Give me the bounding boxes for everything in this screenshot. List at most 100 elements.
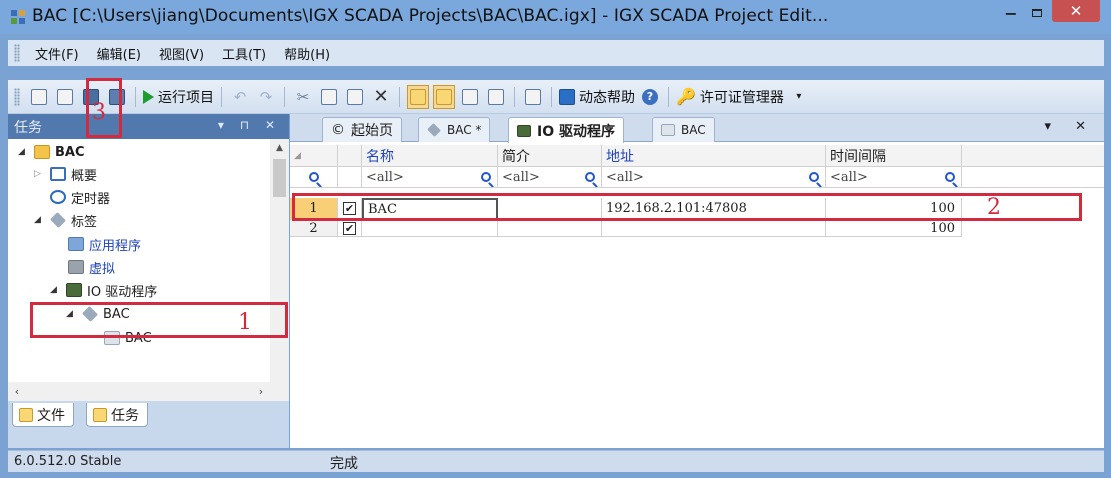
tree-node-io-driver[interactable]: ◢ IO 驱动程序 (50, 279, 157, 301)
column-address-header[interactable]: 地址 (602, 145, 826, 167)
driver-icon (427, 123, 441, 137)
cell-interval[interactable]: 100 (826, 220, 962, 237)
column-interval-header[interactable]: 时间间隔 (826, 145, 962, 167)
task-panel-header: 任务 ▾ ⊓ ✕ (8, 114, 289, 139)
tree-node-label: 标签 (71, 214, 98, 230)
column-name-header[interactable]: 名称 (362, 145, 498, 167)
clock-icon (50, 190, 66, 204)
tools-button[interactable] (522, 85, 544, 109)
tab-label: BAC (681, 123, 706, 137)
license-manager-button[interactable]: 🔑 许可证管理器 (676, 85, 784, 109)
task-panel-title: 任务 (14, 120, 42, 136)
help-icon: ? (642, 88, 658, 105)
filter-name[interactable]: <all> (362, 167, 498, 188)
collapsed-arrow-icon[interactable]: ▷ (34, 169, 46, 179)
table-row[interactable]: 2 ✔ 100 (290, 220, 1104, 237)
row-number[interactable]: 2 (290, 220, 338, 237)
properties-button[interactable] (459, 85, 481, 109)
filter-checkbox-cell (338, 167, 362, 188)
dynamic-help-button[interactable]: 动态帮助 (559, 85, 635, 109)
search-icon[interactable] (585, 172, 595, 182)
tab-io-driver[interactable]: IO 驱动程序 (508, 117, 624, 143)
scroll-right-icon[interactable]: › (252, 382, 270, 401)
cut-button[interactable]: ✂ (292, 85, 314, 109)
filter-value: <all> (830, 169, 868, 185)
tab-files[interactable]: 文件 (12, 403, 74, 427)
minimize-button[interactable]: − (998, 2, 1024, 24)
copy-button[interactable] (318, 85, 340, 109)
filter-address[interactable]: <all> (602, 167, 826, 188)
folder-icon (34, 145, 50, 159)
menu-file[interactable]: 文件(F) (26, 44, 88, 63)
check-icon: ✔ (343, 221, 356, 235)
tasks-view-button[interactable] (433, 84, 455, 109)
menu-bar: 文件(F) 编辑(E) 视图(V) 工具(T) 帮助(H) (8, 40, 1104, 66)
tree-vertical-scrollbar[interactable]: ▲ ▼ (270, 139, 289, 401)
output-button[interactable] (485, 85, 507, 109)
filter-interval[interactable]: <all> (826, 167, 962, 188)
toolbar: 运行项目 ↶ ↷ ✂ ✕ 动态帮助 ? 🔑 许可证管理器 ▾ (8, 80, 1104, 114)
minimize-icon: − (1004, 3, 1018, 23)
grid-corner[interactable]: ◢ (290, 145, 338, 167)
scroll-up-icon[interactable]: ▲ (270, 139, 289, 156)
row-enabled-checkbox[interactable]: ✔ (338, 220, 362, 237)
tab-bac-driver[interactable]: BAC * (418, 117, 491, 142)
tree-horizontal-scrollbar[interactable]: ‹ › (8, 382, 289, 401)
scroll-left-icon[interactable]: ‹ (8, 382, 26, 401)
new-project-button[interactable] (28, 85, 50, 109)
expanded-arrow-icon[interactable]: ◢ (18, 147, 30, 157)
title-bar[interactable]: BAC [C:\Users\jiang\Documents\IGX SCADA … (0, 0, 1111, 34)
task-panel-controls[interactable]: ▾ ⊓ ✕ (218, 118, 281, 132)
menu-edit[interactable]: 编辑(E) (88, 44, 150, 63)
tree-node-bac-project[interactable]: ◢ BAC (18, 141, 85, 163)
menu-help[interactable]: 帮助(H) (275, 44, 339, 63)
open-project-button[interactable] (54, 85, 76, 109)
menu-grip[interactable] (14, 44, 20, 62)
status-message: 完成 (330, 456, 358, 472)
maximize-button[interactable] (1024, 2, 1050, 24)
filter-description[interactable]: <all> (498, 167, 602, 188)
tree-node-tags[interactable]: ◢ 标签 (34, 209, 97, 231)
tree-node-summary[interactable]: ▷ 概要 (34, 163, 97, 185)
tree-node-timers[interactable]: 定时器 (46, 186, 110, 208)
cell-name[interactable] (362, 220, 498, 237)
expanded-arrow-icon[interactable]: ◢ (34, 215, 46, 225)
menu-tools[interactable]: 工具(T) (213, 44, 275, 63)
close-button[interactable]: ✕ (1052, 0, 1100, 22)
grid-filter-row: <all> <all> <all> <all> (290, 167, 1104, 188)
run-project-button[interactable]: 运行项目 (143, 85, 214, 109)
tab-start-page[interactable]: © 起始页 (322, 117, 402, 142)
panel-bottom-tabs: 文件 任务 (8, 401, 289, 448)
paste-button[interactable] (344, 85, 366, 109)
cell-description[interactable] (498, 220, 602, 237)
tab-bac-device[interactable]: BAC (652, 117, 715, 142)
task-panel: 任务 ▾ ⊓ ✕ ◢ BAC ▷ 概要 定时器 ◢ 标签 应用程序 虚拟 ◢ I… (8, 114, 289, 448)
toolbar-separator (221, 86, 222, 107)
search-icon[interactable] (945, 172, 955, 182)
undo-button[interactable]: ↶ (229, 85, 251, 109)
column-description-header[interactable]: 简介 (498, 145, 602, 167)
tree-node-application[interactable]: 应用程序 (64, 233, 141, 255)
close-icon: ✕ (1069, 2, 1083, 20)
chevron-down-icon: ▾ (796, 91, 802, 102)
editor-area: © 起始页 BAC * IO 驱动程序 BAC ▾ ✕ ◢ 名称 简介 地址 时… (290, 114, 1104, 448)
help-button[interactable]: ? (639, 85, 661, 109)
scroll-thumb[interactable] (273, 159, 286, 197)
virtual-icon (68, 260, 84, 274)
tree-node-label: BAC (55, 144, 85, 160)
tab-tasks[interactable]: 任务 (86, 403, 148, 427)
search-icon[interactable] (809, 172, 819, 182)
toolbar-overflow-button[interactable]: ▾ (788, 85, 810, 109)
delete-button[interactable]: ✕ (370, 85, 392, 109)
search-icon[interactable] (481, 172, 491, 182)
toolbar-separator (551, 86, 552, 107)
tree-node-virtual[interactable]: 虚拟 (64, 256, 115, 278)
files-view-button[interactable] (407, 84, 429, 109)
toolbar-separator (135, 86, 136, 107)
redo-button[interactable]: ↷ (255, 85, 277, 109)
cell-address[interactable] (602, 220, 826, 237)
tab-controls[interactable]: ▾ ✕ (1044, 119, 1096, 134)
menu-view[interactable]: 视图(V) (150, 44, 213, 63)
toolbar-grip[interactable] (14, 87, 20, 106)
expanded-arrow-icon[interactable]: ◢ (50, 285, 62, 295)
